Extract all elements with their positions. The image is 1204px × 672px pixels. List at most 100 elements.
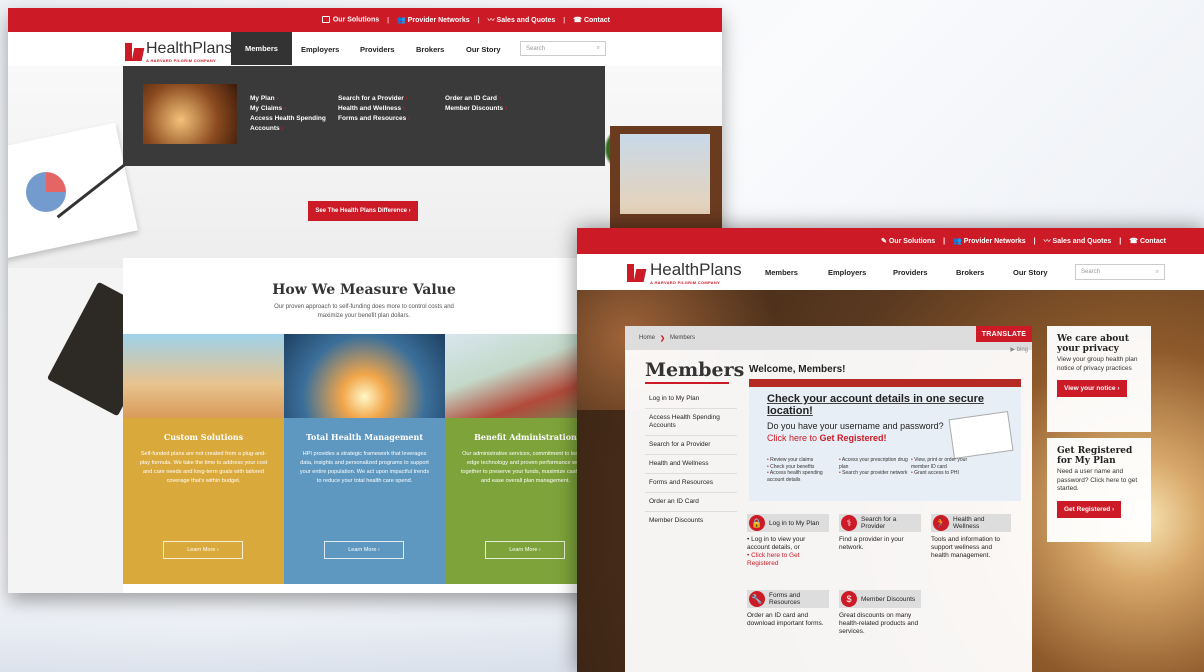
trend-icon: 〰	[487, 17, 497, 24]
nav-employers[interactable]: Employers	[828, 268, 866, 277]
people-icon: 👥	[397, 17, 408, 24]
card-register-link[interactable]: Click here to Get Registered	[747, 552, 800, 567]
wrench-icon: 🔧	[749, 591, 765, 607]
page-title: Members	[645, 359, 745, 381]
edit-icon: ✎	[881, 238, 889, 245]
sales-label: Sales and Quotes	[1052, 238, 1112, 245]
dropdown-col-3: Order an ID Card Member Discounts	[445, 94, 535, 114]
logo[interactable]: HealthPlans A HARVARD PILGRIM COMPANY	[627, 260, 742, 285]
beach-image	[123, 334, 284, 418]
card-provider[interactable]: ⚕ Search for a Provider Find a provider i…	[839, 514, 921, 552]
sidebar-item-forms[interactable]: Forms and Resources	[645, 474, 737, 493]
people-icon: 👥	[953, 238, 964, 245]
dropdown-link[interactable]: My Plan	[250, 94, 328, 104]
tile-total-health: Total Health Management HPI provides a s…	[284, 334, 445, 584]
contact-link[interactable]: ☎ Contact	[573, 16, 610, 24]
bing-label: bing	[1016, 347, 1028, 353]
banner-bullet: View, print or order your member ID card	[911, 457, 986, 470]
phone-icon: ☎	[573, 17, 584, 24]
search-input[interactable]: Search ⌕	[520, 41, 606, 56]
sidebar-item-provider[interactable]: Search for a Provider	[645, 436, 737, 455]
logo-mark-icon	[627, 263, 647, 284]
nav-members[interactable]: Members	[765, 268, 798, 277]
card-title: Forms and Resources	[769, 592, 801, 606]
nav-employers[interactable]: Employers	[301, 45, 339, 54]
sales-quotes-link[interactable]: 〰 Sales and Quotes	[488, 15, 556, 25]
card-title: Member Discounts	[861, 595, 916, 603]
card-login[interactable]: 🔒 Log in to My Plan • Log in to view your…	[747, 514, 829, 568]
solutions-link[interactable]: Our Solutions	[321, 16, 379, 24]
difference-button[interactable]: See The Health Plans Difference ›	[308, 201, 418, 221]
main-nav: HealthPlans A HARVARD PILGRIM COMPANY Mem…	[8, 32, 722, 66]
logo-name: HealthPlans	[146, 40, 233, 57]
sales-label: Sales and Quotes	[496, 17, 556, 24]
search-input[interactable]: Search ⌕	[1075, 264, 1165, 280]
card-discounts[interactable]: $ Member Discounts Great discounts on man…	[839, 590, 921, 636]
nav-brokers[interactable]: Brokers	[416, 45, 444, 54]
dropdown-link[interactable]: Search for a Provider	[338, 94, 428, 104]
sidebar-item-hsa[interactable]: Access Health Spending Accounts	[645, 409, 737, 436]
contact-label: Contact	[583, 17, 610, 24]
dropdown-link[interactable]: Member Discounts	[445, 104, 535, 114]
contact-link[interactable]: ☎ Contact	[1129, 237, 1166, 245]
sidebar-item-wellness[interactable]: Health and Wellness	[645, 455, 737, 474]
divider: |	[563, 16, 566, 24]
sidebar-item-discounts[interactable]: Member Discounts	[645, 512, 737, 530]
sidebar-item-login[interactable]: Log in to My Plan	[645, 390, 737, 409]
dropdown-link[interactable]: Forms and Resources	[338, 114, 428, 124]
dropdown-link[interactable]: Health and Wellness	[338, 104, 428, 114]
nav-our-story[interactable]: Our Story	[1013, 268, 1048, 277]
register-box: Get Registered for My Plan Need a user n…	[1047, 438, 1151, 542]
dollar-icon: $	[841, 591, 857, 607]
card-wellness[interactable]: 🏃 Health and Wellness Tools and informati…	[931, 514, 1011, 560]
welcome-heading: Welcome, Members!	[749, 364, 846, 375]
card-text: Tools and information to support wellnes…	[931, 536, 1001, 559]
breadcrumb-home[interactable]: Home	[639, 335, 655, 341]
learn-more-button[interactable]: Learn More ›	[485, 541, 565, 559]
view-notice-button[interactable]: View your notice ›	[1057, 380, 1127, 397]
dropdown-link[interactable]: Access Health Spending Accounts	[250, 114, 328, 134]
register-banner[interactable]: Check your account details in one secure…	[749, 379, 1021, 501]
banner-bullet: Search your provider network	[839, 470, 909, 477]
utility-bar: Our Solutions | 👥 Provider Networks | 〰 …	[8, 8, 722, 32]
banner-headline: Check your account details in one secure…	[767, 393, 985, 417]
solutions-link[interactable]: ✎ Our Solutions	[881, 237, 935, 245]
dropdown-link[interactable]: Order an ID Card	[445, 94, 535, 104]
cta-prefix: Click here to	[767, 433, 820, 443]
banner-bullet: Access health spending account details	[767, 470, 837, 483]
phone-icon: ☎	[1129, 238, 1140, 245]
members-page-screenshot: ✎ Our Solutions | 👥 Provider Networks | …	[577, 228, 1204, 672]
card-forms[interactable]: 🔧 Forms and Resources Order an ID card an…	[747, 590, 829, 628]
divider: |	[1119, 237, 1122, 245]
nav-providers[interactable]: Providers	[893, 268, 928, 277]
sidebar-item-id-card[interactable]: Order an ID Card	[645, 493, 737, 512]
contact-label: Contact	[1139, 238, 1166, 245]
sunset-image	[284, 334, 445, 418]
bing-logo: ▶ bing	[1010, 346, 1028, 353]
learn-more-button[interactable]: Learn More ›	[324, 541, 404, 559]
provider-networks-link[interactable]: 👥 Provider Networks	[397, 16, 470, 24]
search-placeholder: Search	[526, 45, 546, 52]
value-title: How We Measure Value	[272, 282, 456, 298]
banner-bullet: Grant access to PHI	[911, 470, 986, 477]
nav-brokers[interactable]: Brokers	[956, 268, 984, 277]
cta-bold: Get Registered!	[819, 433, 887, 443]
nav-providers[interactable]: Providers	[360, 45, 395, 54]
logo-mark-icon	[125, 42, 143, 61]
learn-more-button[interactable]: Learn More ›	[163, 541, 243, 559]
dropdown-link[interactable]: My Claims	[250, 104, 328, 114]
title-underline	[645, 382, 729, 384]
translate-button[interactable]: TRANSLATE	[976, 326, 1032, 342]
nav-members[interactable]: Members	[231, 32, 292, 65]
card-text: Find a provider in your network.	[839, 536, 904, 551]
get-registered-button[interactable]: Get Registered ›	[1057, 500, 1122, 518]
logo[interactable]: HealthPlans A HARVARD PILGRIM COMPANY	[125, 40, 232, 63]
sales-quotes-link[interactable]: 〰 Sales and Quotes	[1044, 236, 1112, 246]
members-dropdown: My Plan My Claims Access Health Spending…	[123, 66, 605, 166]
logo-name: HealthPlans	[650, 260, 742, 279]
card-text: Order an ID card and download important …	[747, 612, 824, 627]
provider-networks-link[interactable]: 👥 Provider Networks	[953, 237, 1026, 245]
nav-our-story[interactable]: Our Story	[466, 45, 501, 54]
tile-title: Custom Solutions	[163, 432, 244, 442]
networks-label: Provider Networks	[963, 238, 1026, 245]
